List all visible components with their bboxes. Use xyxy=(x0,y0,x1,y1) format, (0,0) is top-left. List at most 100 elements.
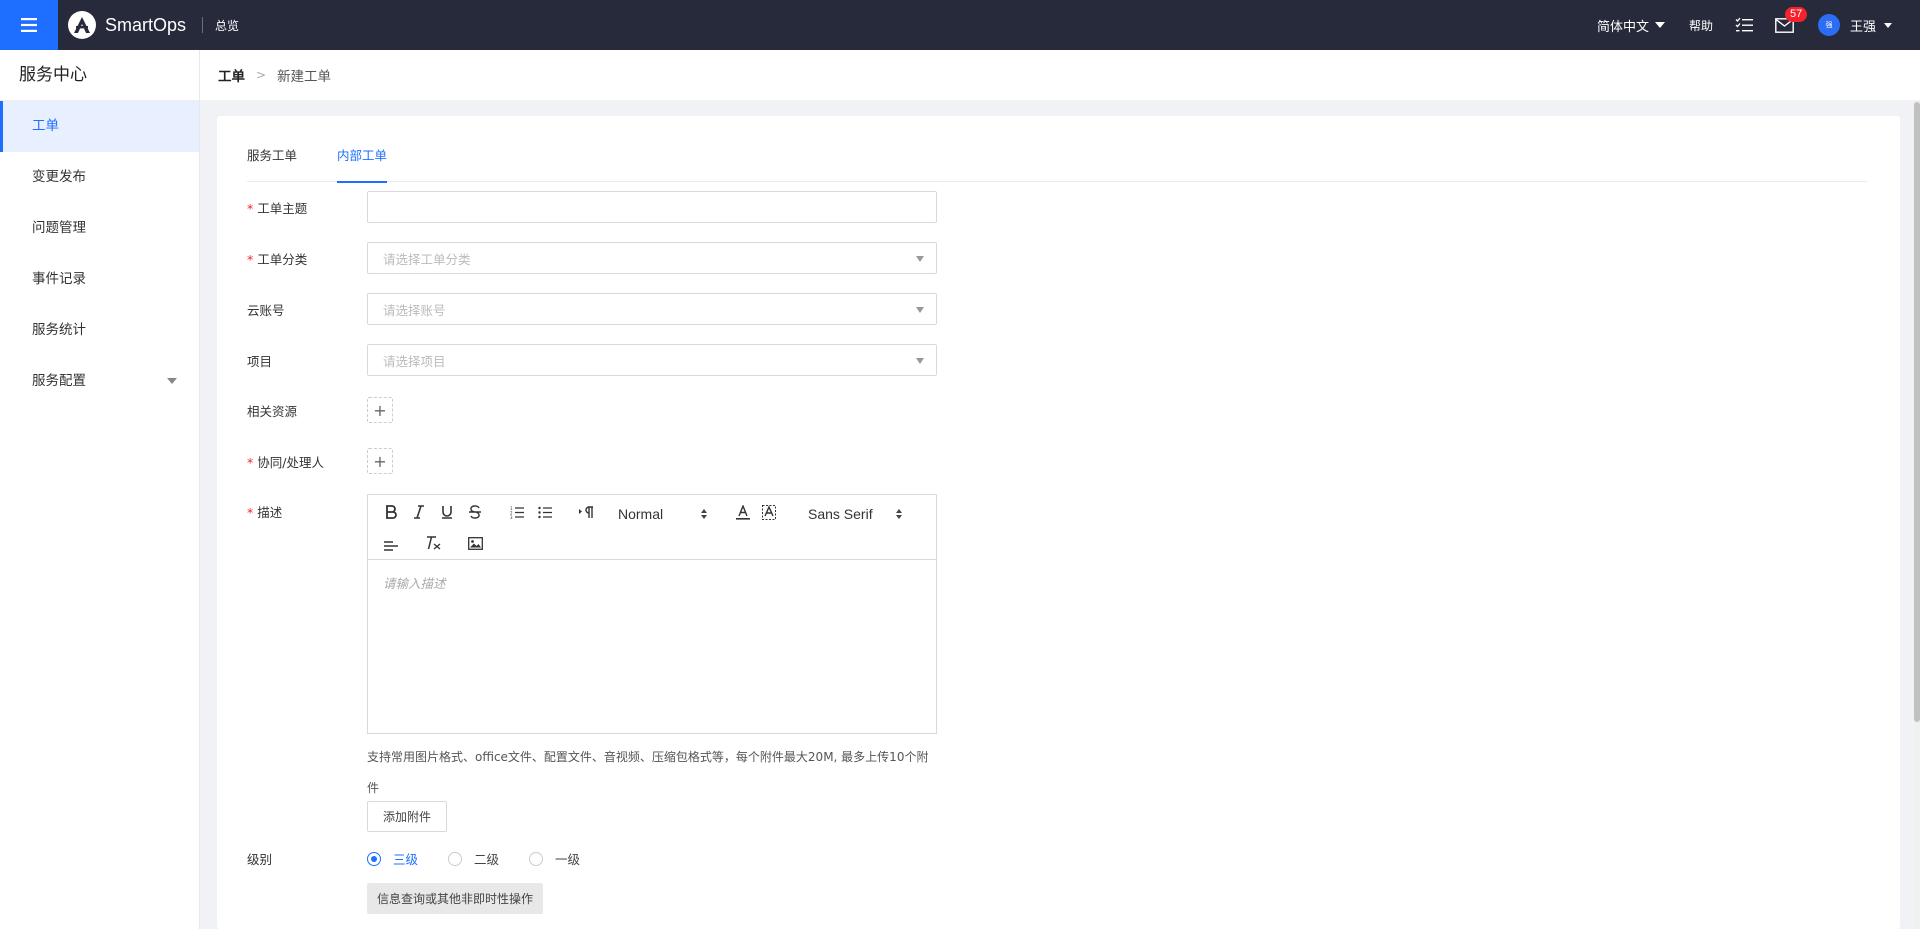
messages-button[interactable]: 57 xyxy=(1775,6,1808,33)
task-list-button[interactable] xyxy=(1735,17,1753,33)
page-scrollbar[interactable] xyxy=(1914,100,1920,929)
ticket-form-card: 服务工单 内部工单 * 工单主题 * 工单分类 请选择工单分类 云账号 请选择账号 … xyxy=(217,116,1900,929)
required-mark: * xyxy=(247,200,254,216)
divider xyxy=(202,17,204,33)
sidebar-item-change-release[interactable]: 变更发布 xyxy=(0,152,199,203)
avatar: 强 xyxy=(1817,14,1840,36)
image-icon xyxy=(467,536,483,550)
language-label: 简体中文 xyxy=(1596,19,1649,35)
level-radio-two[interactable]: 二级 xyxy=(448,849,499,868)
caret-down-icon xyxy=(1884,22,1892,28)
sidebar-item-label: 问题管理 xyxy=(32,220,86,236)
insert-image-button[interactable] xyxy=(466,533,484,553)
cloud-account-select[interactable]: 请选择账号 xyxy=(367,293,937,325)
updown-arrows-icon xyxy=(701,509,707,519)
scrollbar-thumb[interactable] xyxy=(1914,102,1920,722)
strikethrough-icon xyxy=(469,505,481,519)
description-editor: 123 Normal Sans Serif 请输入描述 xyxy=(367,494,937,734)
background-color-button[interactable] xyxy=(760,502,778,522)
align-button[interactable] xyxy=(382,535,400,555)
project-select[interactable]: 请选择项目 xyxy=(367,344,937,376)
chevron-down-icon xyxy=(167,378,177,384)
sidebar-item-label: 工单 xyxy=(32,118,59,134)
language-selector[interactable]: 简体中文 xyxy=(1597,16,1665,35)
smartops-logo-icon xyxy=(68,11,96,39)
radio-label: 三级 xyxy=(393,852,419,867)
menu-toggle-button[interactable] xyxy=(0,0,58,50)
align-left-icon xyxy=(384,541,398,551)
sidebar-item-label: 事件记录 xyxy=(32,271,86,287)
ordered-list-icon: 123 xyxy=(510,506,524,519)
message-count-badge: 57 xyxy=(1784,6,1808,22)
category-placeholder: 请选择工单分类 xyxy=(383,251,471,267)
radio-checked-icon xyxy=(367,851,381,866)
header-size-select[interactable]: Normal xyxy=(618,504,708,524)
ordered-list-button[interactable]: 123 xyxy=(508,502,526,522)
bullet-list-button[interactable] xyxy=(536,502,554,522)
add-assignee-button[interactable]: + xyxy=(367,448,393,474)
sidebar-title: 服务中心 xyxy=(0,50,199,101)
subject-row: * 工单主题 xyxy=(247,191,937,223)
cloud-account-row: 云账号 请选择账号 xyxy=(247,293,937,325)
sidebar-item-tickets[interactable]: 工单 xyxy=(0,101,199,152)
category-select[interactable]: 请选择工单分类 xyxy=(367,242,937,274)
sidebar-item-label: 服务配置 xyxy=(32,373,86,389)
project-placeholder: 请选择项目 xyxy=(383,353,446,369)
sidebar-item-event-records[interactable]: 事件记录 xyxy=(0,254,199,305)
hamburger-icon xyxy=(21,18,37,32)
updown-arrows-icon xyxy=(896,509,902,519)
breadcrumb-root[interactable]: 工单 xyxy=(218,65,245,85)
add-attachment-button[interactable]: 添加附件 xyxy=(367,801,447,832)
description-row: * 描述 xyxy=(247,502,367,521)
sidebar-item-service-stats[interactable]: 服务统计 xyxy=(0,305,199,356)
top-bar: SmartOps 总览 简体中文 帮助 57 强 王强 xyxy=(0,0,1920,50)
level-radio-three[interactable]: 三级 xyxy=(367,849,418,868)
project-row: 项目 请选择项目 xyxy=(247,344,937,376)
user-menu[interactable]: 强 王强 xyxy=(1817,14,1892,36)
paragraph-direction-icon xyxy=(579,505,593,518)
user-name: 王强 xyxy=(1849,19,1876,35)
required-mark: * xyxy=(247,454,254,470)
checklist-icon xyxy=(1735,17,1753,32)
strikethrough-button[interactable] xyxy=(466,502,484,522)
level-label: 级别 xyxy=(247,852,273,867)
underline-button[interactable] xyxy=(438,502,456,522)
logo[interactable]: SmartOps xyxy=(68,11,186,39)
radio-unchecked-icon xyxy=(448,851,463,866)
text-color-button[interactable] xyxy=(734,502,752,522)
category-label: * 工单分类 xyxy=(247,251,308,267)
level-radio-one[interactable]: 一级 xyxy=(529,849,580,868)
italic-button[interactable] xyxy=(410,502,428,522)
description-input[interactable]: 请输入描述 xyxy=(368,560,936,605)
radio-unchecked-icon xyxy=(529,851,544,866)
font-family-select[interactable]: Sans Serif xyxy=(808,504,903,524)
text-direction-button[interactable] xyxy=(578,502,596,522)
radio-label: 一级 xyxy=(555,852,581,867)
add-resource-button[interactable]: + xyxy=(367,397,393,423)
font-color-icon xyxy=(736,504,750,520)
bold-icon xyxy=(386,505,397,519)
dropdown-arrow-icon xyxy=(916,358,924,364)
clear-format-button[interactable] xyxy=(424,533,442,553)
tab-internal-ticket[interactable]: 内部工单 xyxy=(337,136,388,183)
level-description: 信息查询或其他非即时性操作 xyxy=(367,883,544,914)
required-mark: * xyxy=(247,505,254,520)
sidebar-item-service-config[interactable]: 服务配置 xyxy=(0,356,199,407)
brand-name: SmartOps xyxy=(105,14,187,35)
subject-input[interactable] xyxy=(367,191,937,223)
project-label: 项目 xyxy=(247,353,273,369)
sidebar-item-label: 服务统计 xyxy=(32,322,86,338)
dropdown-arrow-icon xyxy=(916,307,924,313)
sidebar-item-problem-management[interactable]: 问题管理 xyxy=(0,203,199,254)
level-radio-group: 三级 二级 一级 xyxy=(367,849,610,868)
tab-service-ticket[interactable]: 服务工单 xyxy=(247,136,297,182)
bold-button[interactable] xyxy=(382,502,400,522)
editor-toolbar: 123 Normal Sans Serif xyxy=(368,495,936,560)
help-link[interactable]: 帮助 xyxy=(1689,17,1713,34)
cloud-account-label: 云账号 xyxy=(247,302,285,318)
related-resources-label: 相关资源 xyxy=(247,403,298,419)
subject-label: * 工单主题 xyxy=(247,200,308,216)
bullet-list-icon xyxy=(538,506,552,518)
category-row: * 工单分类 请选择工单分类 xyxy=(247,242,937,274)
overview-link[interactable]: 总览 xyxy=(215,17,239,34)
